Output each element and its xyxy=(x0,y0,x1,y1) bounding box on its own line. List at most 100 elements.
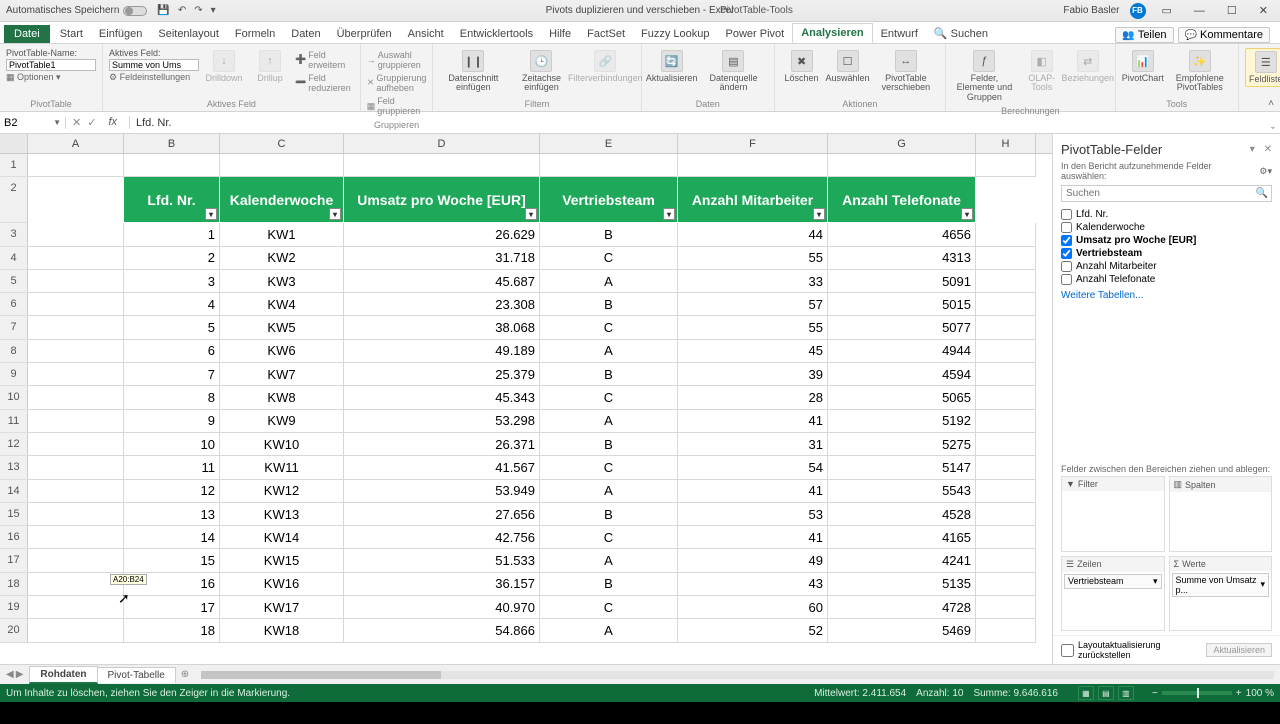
cell[interactable]: KW3 xyxy=(220,270,344,293)
field-checkbox[interactable] xyxy=(1061,209,1072,220)
tab-data[interactable]: Daten xyxy=(283,25,328,43)
view-normal-icon[interactable]: ▦ xyxy=(1078,686,1094,700)
cell[interactable] xyxy=(28,549,124,572)
cell[interactable]: 1 xyxy=(124,223,220,246)
cell[interactable]: 4241 xyxy=(828,549,976,572)
cell[interactable]: A xyxy=(540,340,678,363)
recommended-button[interactable]: ✨Empfohlene PivotTables xyxy=(1168,48,1232,95)
cell[interactable]: 13 xyxy=(124,503,220,526)
filter-icon[interactable]: ▾ xyxy=(525,208,537,220)
spreadsheet-grid[interactable]: A B C D E F G H 12Lfd. Nr.▾Kalenderwoche… xyxy=(0,134,1052,664)
cell[interactable]: KW10 xyxy=(220,433,344,456)
cell[interactable]: 5091 xyxy=(828,270,976,293)
redo-icon[interactable]: ↷ xyxy=(194,5,202,16)
tab-help[interactable]: Hilfe xyxy=(541,25,579,43)
cell[interactable]: 43 xyxy=(678,573,828,596)
row-header[interactable]: 4 xyxy=(0,247,28,270)
filter-icon[interactable]: ▾ xyxy=(663,208,675,220)
cell[interactable]: 5065 xyxy=(828,386,976,409)
cell[interactable]: 40.970 xyxy=(344,596,540,619)
slicer-button[interactable]: ❙❙Datenschnitt einfügen xyxy=(439,48,507,95)
cell[interactable]: A xyxy=(540,619,678,642)
cell[interactable]: 49.189 xyxy=(344,340,540,363)
field-item[interactable]: Kalenderwoche xyxy=(1061,221,1272,234)
select-all-corner[interactable] xyxy=(0,134,28,153)
row-header[interactable]: 15 xyxy=(0,503,28,526)
cell[interactable] xyxy=(28,410,124,433)
fx-icon[interactable]: fx xyxy=(102,116,123,129)
cell[interactable]: B xyxy=(540,363,678,386)
cell[interactable]: 60 xyxy=(678,596,828,619)
cell[interactable]: KW11 xyxy=(220,456,344,479)
sheet-tab-pivot[interactable]: Pivot-Tabelle xyxy=(97,667,176,683)
col-header-d[interactable]: D xyxy=(344,134,540,153)
table-header[interactable]: Lfd. Nr.▾ xyxy=(124,177,220,223)
cell[interactable]: 45 xyxy=(678,340,828,363)
cell[interactable]: KW13 xyxy=(220,503,344,526)
pivot-name-input[interactable] xyxy=(6,59,96,71)
cell[interactable]: 7 xyxy=(124,363,220,386)
cell[interactable]: KW12 xyxy=(220,480,344,503)
cell[interactable]: 38.068 xyxy=(344,316,540,339)
row-header[interactable]: 11 xyxy=(0,410,28,433)
horizontal-scrollbar[interactable] xyxy=(201,669,1274,681)
cell[interactable]: KW6 xyxy=(220,340,344,363)
cell[interactable] xyxy=(976,456,1036,479)
field-checkbox[interactable] xyxy=(1061,261,1072,272)
cell[interactable] xyxy=(344,154,540,177)
cell[interactable] xyxy=(28,293,124,316)
cell[interactable] xyxy=(28,386,124,409)
cell[interactable] xyxy=(976,247,1036,270)
cell[interactable] xyxy=(678,154,828,177)
row-header[interactable]: 13 xyxy=(0,456,28,479)
area-columns[interactable]: ▥Spalten xyxy=(1169,476,1273,552)
zoom-out-icon[interactable]: − xyxy=(1152,688,1158,699)
olap-button[interactable]: ◧OLAP- Tools xyxy=(1021,48,1063,95)
row-header[interactable]: 5 xyxy=(0,270,28,293)
area-value-item[interactable]: Summe von Umsatz p...▾ xyxy=(1172,573,1270,597)
tab-view[interactable]: Ansicht xyxy=(400,25,452,43)
cell[interactable]: 10 xyxy=(124,433,220,456)
cell[interactable]: KW2 xyxy=(220,247,344,270)
cell[interactable]: KW18 xyxy=(220,619,344,642)
row-header[interactable]: 19 xyxy=(0,596,28,619)
cell[interactable]: 4944 xyxy=(828,340,976,363)
sheet-prev-icon[interactable]: ◀ xyxy=(6,669,14,680)
active-field-input[interactable] xyxy=(109,59,199,71)
cancel-icon[interactable]: ✕ xyxy=(72,116,81,129)
cell[interactable]: B xyxy=(540,503,678,526)
cell[interactable]: 4 xyxy=(124,293,220,316)
cell[interactable]: 54 xyxy=(678,456,828,479)
cell[interactable]: 5015 xyxy=(828,293,976,316)
cell[interactable]: 31.718 xyxy=(344,247,540,270)
row-header[interactable]: 10 xyxy=(0,386,28,409)
cell[interactable]: KW4 xyxy=(220,293,344,316)
cell[interactable] xyxy=(540,154,678,177)
cell[interactable] xyxy=(28,363,124,386)
collapse-field[interactable]: ➖ Feld reduzieren xyxy=(295,71,354,94)
update-button[interactable]: Aktualisieren xyxy=(1206,643,1272,657)
col-header-b[interactable]: B xyxy=(124,134,220,153)
collapse-ribbon-icon[interactable]: ˄ xyxy=(1268,98,1274,109)
file-tab[interactable]: Datei xyxy=(4,25,50,43)
zoom-slider[interactable] xyxy=(1162,691,1232,695)
cell[interactable] xyxy=(976,503,1036,526)
ungroup[interactable]: ⨯ Gruppierung aufheben xyxy=(367,71,427,94)
cell[interactable] xyxy=(28,596,124,619)
cell[interactable]: 26.371 xyxy=(344,433,540,456)
row-header[interactable]: 20 xyxy=(0,619,28,642)
cell[interactable] xyxy=(28,223,124,246)
share-button[interactable]: 👥Teilen xyxy=(1115,27,1173,43)
cell[interactable]: C xyxy=(540,456,678,479)
cell[interactable] xyxy=(28,177,124,223)
cell[interactable] xyxy=(124,154,220,177)
cell[interactable]: C xyxy=(540,526,678,549)
filter-icon[interactable]: ▾ xyxy=(329,208,341,220)
tab-fuzzy[interactable]: Fuzzy Lookup xyxy=(633,25,717,43)
view-pagebreak-icon[interactable]: ▥ xyxy=(1118,686,1134,700)
move-button[interactable]: ↔PivotTable verschieben xyxy=(873,48,940,95)
row-header[interactable]: 3 xyxy=(0,223,28,246)
cell[interactable]: 57 xyxy=(678,293,828,316)
row-header[interactable]: 9 xyxy=(0,363,28,386)
avatar[interactable]: FB xyxy=(1130,3,1146,19)
